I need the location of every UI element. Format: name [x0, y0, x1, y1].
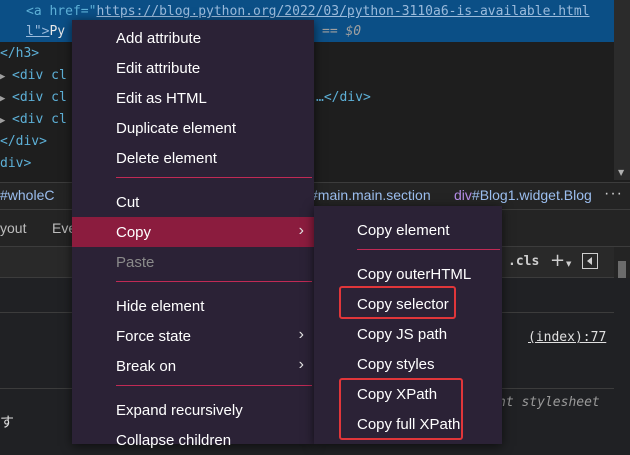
- annotation-box-copy-xpath: [339, 378, 463, 440]
- rule-text-fragment: す: [0, 415, 14, 431]
- dom-line-div-close-2[interactable]: div>: [0, 154, 31, 174]
- anchor-text: Py: [49, 24, 66, 39]
- chevron-right-icon: ›: [298, 326, 304, 343]
- chevron-right-icon: ›: [298, 356, 304, 373]
- tab-layout[interactable]: yout: [0, 220, 26, 236]
- menu-item-break-on[interactable]: Break on ›: [72, 351, 314, 381]
- dom-line-div-3[interactable]: ▶ <div cl: [0, 110, 67, 131]
- breadcrumb-item-blog1[interactable]: div#Blog1.widget.Blog: [454, 187, 592, 203]
- dom-tree-scrollbar[interactable]: ▼: [614, 0, 630, 180]
- new-style-rule-button[interactable]: +: [550, 250, 565, 271]
- menu-item-copy[interactable]: Copy ›: [72, 217, 314, 247]
- expand-triangle-icon[interactable]: ▶: [0, 111, 12, 131]
- rule-source-link[interactable]: (index):77: [528, 330, 606, 345]
- dom-line-div-2[interactable]: ▶ <div cl …</div>: [0, 88, 371, 109]
- submenu-item-copy-styles[interactable]: Copy styles: [314, 349, 502, 379]
- menu-item-force-state[interactable]: Force state ›: [72, 321, 314, 351]
- breadcrumb-item-wholec[interactable]: #wholeC: [0, 187, 54, 203]
- submenu-item-copy-outerhtml[interactable]: Copy outerHTML: [314, 259, 502, 289]
- menu-item-add-attribute[interactable]: Add attribute: [72, 23, 314, 53]
- div-close-tail: …</div>: [316, 90, 371, 105]
- div-tag: <div cl: [12, 90, 67, 105]
- breadcrumb-item-main[interactable]: #main.main.section: [310, 187, 431, 203]
- toggle-sidebar-icon[interactable]: [582, 253, 598, 269]
- caret-down-icon[interactable]: ▼: [566, 260, 571, 268]
- annotation-box-copy-selector: [339, 286, 456, 319]
- breadcrumb-more-icon[interactable]: ···: [604, 185, 623, 203]
- menu-item-cut[interactable]: Cut: [72, 187, 314, 217]
- menu-item-expand-recursively[interactable]: Expand recursively: [72, 395, 314, 425]
- menu-separator: [116, 177, 312, 178]
- dom-line-div-close[interactable]: </div>: [0, 132, 47, 152]
- scroll-down-arrow-icon[interactable]: ▼: [618, 168, 624, 177]
- dom-line-div-1[interactable]: ▶ <div cl: [0, 66, 67, 87]
- menu-item-delete-element[interactable]: Delete element: [72, 143, 314, 173]
- menu-item-edit-as-html[interactable]: Edit as HTML: [72, 83, 314, 113]
- div-tag: <div cl: [12, 68, 67, 83]
- chevron-right-icon: ›: [298, 222, 304, 239]
- menu-separator: [116, 281, 312, 282]
- submenu-item-copy-js-path[interactable]: Copy JS path: [314, 319, 502, 349]
- anchor-href-link[interactable]: https://blog.python.org/2022/03/python-3…: [96, 4, 589, 19]
- submenu-item-copy-element[interactable]: Copy element: [314, 215, 502, 245]
- div-tag: <div cl: [12, 112, 67, 127]
- expand-triangle-icon[interactable]: ▶: [0, 89, 12, 109]
- menu-item-duplicate-element[interactable]: Duplicate element: [72, 113, 314, 143]
- expand-triangle-icon[interactable]: ▶: [0, 67, 12, 87]
- dom-line-anchor[interactable]: <a href="https://blog.python.org/2022/03…: [10, 2, 590, 22]
- menu-item-hide-element[interactable]: Hide element: [72, 291, 314, 321]
- menu-separator: [116, 385, 312, 386]
- menu-item-edit-attribute[interactable]: Edit attribute: [72, 53, 314, 83]
- menu-item-collapse-children[interactable]: Collapse children: [72, 425, 314, 455]
- cls-toggle-button[interactable]: .cls: [508, 254, 539, 269]
- dom-line-h3-close[interactable]: </h3>: [0, 44, 39, 64]
- selected-node-indicator: == $0: [322, 24, 362, 39]
- context-menu: Add attribute Edit attribute Edit as HTM…: [72, 20, 314, 449]
- menu-separator: [357, 249, 500, 250]
- anchor-href-tail: l">: [26, 24, 50, 39]
- dom-line-anchor-text[interactable]: l">Py == $0: [26, 22, 361, 42]
- menu-item-paste: Paste: [116, 254, 155, 271]
- anchor-tag-open: <a href=": [26, 4, 97, 19]
- user-agent-stylesheet-label: nt stylesheet: [498, 395, 600, 410]
